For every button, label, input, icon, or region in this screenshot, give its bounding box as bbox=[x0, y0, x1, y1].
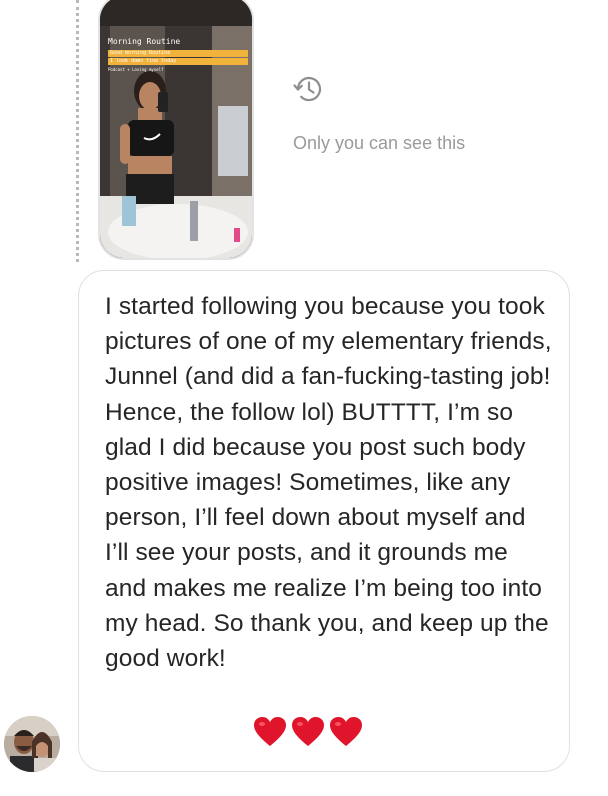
story-title: Morning Routine bbox=[108, 37, 181, 46]
sender-avatar[interactable] bbox=[4, 716, 60, 772]
private-history-icon bbox=[290, 70, 328, 108]
story-caption: Morning Routine Good morning Routine I l… bbox=[108, 38, 248, 72]
heart-emojis bbox=[253, 716, 363, 748]
red-heart-icon bbox=[291, 716, 325, 748]
only-you-can-see-label: Only you can see this bbox=[293, 133, 466, 153]
message-bubble[interactable]: I started following you because you took… bbox=[78, 270, 570, 772]
story-reply-thumbnail[interactable]: Morning Routine Good morning Routine I l… bbox=[98, 0, 254, 260]
story-reply-connector bbox=[76, 0, 79, 262]
avatar-photo bbox=[4, 716, 60, 772]
message-text: I started following you because you took… bbox=[105, 293, 552, 673]
story-highlight-line: I look damn fine today bbox=[108, 58, 248, 65]
story-footer-line: Podcast + Loving myself bbox=[108, 67, 164, 72]
red-heart-icon bbox=[253, 716, 287, 748]
red-heart-icon bbox=[329, 716, 363, 748]
story-highlight-line: Good morning Routine bbox=[108, 50, 248, 57]
